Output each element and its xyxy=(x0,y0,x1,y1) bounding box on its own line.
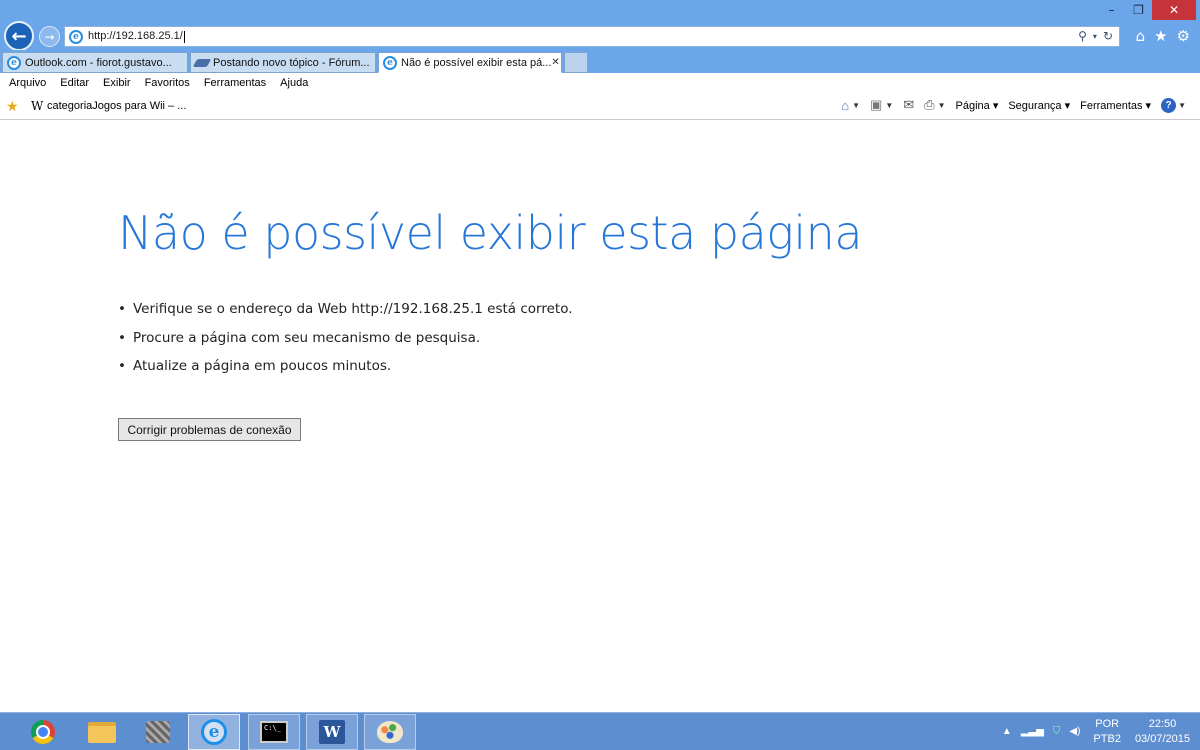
ferramentas-label: Ferramentas xyxy=(1080,99,1143,112)
feather-icon xyxy=(192,58,212,67)
language-code: POR xyxy=(1095,717,1120,730)
system-icon xyxy=(146,721,170,743)
tab-error-page[interactable]: e Não é possível exibir esta pá... ✕ xyxy=(378,52,562,73)
favorite-link[interactable]: categoriaJogos para Wii – ... xyxy=(47,100,186,112)
suggestion-list: Verifique se o endereço da Web http://19… xyxy=(118,301,573,387)
tab-forum[interactable]: Postando novo tópico - Fórum... xyxy=(190,52,376,73)
tab-bar: e Outlook.com - fiorot.gustavo... Postan… xyxy=(0,50,1200,73)
new-tab-button[interactable] xyxy=(564,52,588,73)
clock[interactable]: 22:50 03/07/2015 xyxy=(1135,717,1190,747)
close-tab-icon[interactable]: ✕ xyxy=(551,57,559,68)
internet-explorer-icon: e xyxy=(201,719,227,745)
update-shield-icon[interactable]: ⛉ xyxy=(1053,726,1061,737)
menu-bar: Arquivo Editar Exibir Favoritos Ferramen… xyxy=(0,73,1200,93)
pagina-menu[interactable]: Página ▾ xyxy=(956,99,999,112)
list-item: Atualize a página em poucos minutos. xyxy=(118,358,573,387)
address-url[interactable]: http://192.168.25.1/ xyxy=(88,30,185,42)
keyboard-layout: PTB2 xyxy=(1093,732,1121,745)
add-favorite-star-icon[interactable]: ★ xyxy=(6,98,19,115)
help-icon[interactable]: ? xyxy=(1161,97,1177,113)
taskbar: e C:\_ W ▲ ▂▃▅ ⛉ ◀) POR PTB2 22:50 03/07… xyxy=(0,712,1200,750)
chevron-down-icon[interactable]: ▼ xyxy=(1178,101,1186,110)
chevron-down-icon[interactable]: ▼ xyxy=(885,101,893,110)
network-signal-icon[interactable]: ▂▃▅ xyxy=(1021,726,1044,737)
mail-icon[interactable]: ✉ xyxy=(903,97,914,113)
browser-titlebar: – ❐ ✕ ← → e http://192.168.25.1/ ⚲ ▾ ↻ ⌂… xyxy=(0,0,1200,51)
home-icon[interactable]: ⌂ xyxy=(841,98,849,113)
ie-icon: e xyxy=(383,55,397,70)
page-content: Não é possível exibir esta página Verifi… xyxy=(0,121,1200,712)
address-bar[interactable]: e http://192.168.25.1/ ⚲ ▾ ↻ xyxy=(64,26,1120,47)
taskbar-chrome[interactable] xyxy=(17,714,69,750)
pagina-label: Página xyxy=(955,99,990,112)
search-icon[interactable]: ⚲ xyxy=(1078,29,1087,43)
paint-icon xyxy=(377,721,403,743)
refresh-icon[interactable]: ↻ xyxy=(1103,29,1113,43)
clock-time: 22:50 xyxy=(1148,717,1177,730)
fix-connection-button[interactable]: Corrigir problemas de conexão xyxy=(118,418,301,441)
tab-label: Postando novo tópico - Fórum... xyxy=(213,56,370,69)
seguranca-label: Segurança xyxy=(1008,99,1062,112)
menu-exibir[interactable]: Exibir xyxy=(103,77,131,89)
menu-editar[interactable]: Editar xyxy=(60,77,89,89)
favorites-star-icon[interactable]: ★ xyxy=(1154,27,1167,45)
command-bar: ⌂ ▼ ▣ ▼ ✉ ⎙ ▼ Página ▾ Segurança ▾ Ferramen… xyxy=(841,97,1186,113)
taskbar-word[interactable]: W xyxy=(306,714,358,750)
taskbar-internet-explorer[interactable]: e xyxy=(188,714,240,750)
tab-label: Não é possível exibir esta pá... xyxy=(401,56,552,69)
tab-label: Outlook.com - fiorot.gustavo... xyxy=(25,56,172,69)
command-prompt-icon: C:\_ xyxy=(260,721,288,743)
rss-feed-icon[interactable]: ▣ xyxy=(870,97,882,113)
list-item: Verifique se o endereço da Web http://19… xyxy=(118,301,573,330)
ie-icon: e xyxy=(7,55,21,70)
volume-icon[interactable]: ◀) xyxy=(1069,726,1080,737)
taskbar-file-explorer[interactable] xyxy=(76,714,128,750)
window-controls: – ❐ ✕ xyxy=(1098,0,1196,20)
minimize-button[interactable]: – xyxy=(1098,0,1125,20)
input-language[interactable]: POR PTB2 xyxy=(1093,717,1121,747)
clock-date: 03/07/2015 xyxy=(1134,732,1190,745)
close-button[interactable]: ✕ xyxy=(1152,0,1196,20)
settings-gear-icon[interactable]: ⚙ xyxy=(1177,27,1190,45)
chevron-down-icon[interactable]: ▼ xyxy=(938,101,946,110)
page-title: Não é possível exibir esta página xyxy=(118,206,863,260)
taskbar-command-prompt[interactable]: C:\_ xyxy=(248,714,300,750)
list-item: Procure a página com seu mecanismo de pe… xyxy=(118,330,573,359)
ie-page-icon: e xyxy=(69,29,83,44)
menu-arquivo[interactable]: Arquivo xyxy=(9,77,46,89)
seguranca-menu[interactable]: Segurança ▾ xyxy=(1008,99,1070,112)
taskbar-paint[interactable] xyxy=(364,714,416,750)
ferramentas-menu[interactable]: Ferramentas ▾ xyxy=(1080,99,1151,112)
back-button[interactable]: ← xyxy=(4,21,34,51)
taskbar-system[interactable] xyxy=(132,714,184,750)
wikipedia-icon: W xyxy=(31,99,44,113)
menu-ferramentas[interactable]: Ferramentas xyxy=(204,77,266,89)
menu-favoritos[interactable]: Favoritos xyxy=(145,77,190,89)
chrome-icon xyxy=(31,720,55,744)
forward-button[interactable]: → xyxy=(39,26,60,47)
tab-outlook[interactable]: e Outlook.com - fiorot.gustavo... xyxy=(2,52,188,73)
system-tray: ▲ ▂▃▅ ⛉ ◀) POR PTB2 22:50 03/07/2015 xyxy=(1002,713,1200,750)
file-explorer-icon xyxy=(88,721,116,743)
forward-arrow-icon: → xyxy=(44,29,55,44)
restore-button[interactable]: ❐ xyxy=(1125,0,1152,20)
back-arrow-icon: ← xyxy=(11,25,27,47)
print-icon[interactable]: ⎙ xyxy=(924,97,934,113)
dropdown-arrow-icon[interactable]: ▾ xyxy=(1093,32,1097,43)
show-hidden-icons-icon[interactable]: ▲ xyxy=(1002,726,1012,737)
chevron-down-icon[interactable]: ▼ xyxy=(852,101,860,110)
menu-ajuda[interactable]: Ajuda xyxy=(280,77,308,89)
favorites-bar: ★ W categoriaJogos para Wii – ... ⌂ ▼ ▣ ▼ … xyxy=(0,93,1200,120)
home-icon[interactable]: ⌂ xyxy=(1136,27,1146,45)
word-icon: W xyxy=(319,720,345,744)
